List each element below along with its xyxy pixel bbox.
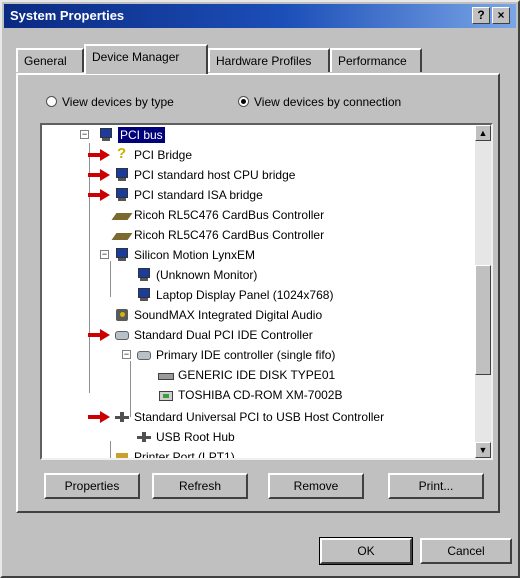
collapse-toggle[interactable]: − bbox=[122, 350, 131, 359]
monitor-icon bbox=[136, 268, 152, 282]
tree-row[interactable]: TOSHIBA CD-ROM XM-7002B bbox=[42, 385, 472, 405]
tree-item-label: Ricoh RL5C476 CardBus Controller bbox=[134, 208, 325, 222]
monitor-icon bbox=[136, 288, 152, 302]
disk-drive-icon bbox=[158, 368, 174, 382]
tree-item-label: PCI Bridge bbox=[134, 148, 193, 162]
tree-row[interactable]: Standard Dual PCI IDE Controller bbox=[42, 325, 472, 345]
red-arrow-marker bbox=[88, 411, 110, 423]
cardbus-icon bbox=[111, 228, 133, 242]
red-arrow-marker bbox=[88, 329, 110, 341]
radio-dot-selected bbox=[238, 96, 249, 107]
tree-row[interactable]: Laptop Display Panel (1024x768) bbox=[42, 285, 472, 305]
monitor-icon bbox=[114, 168, 130, 182]
monitor-icon bbox=[114, 188, 130, 202]
tree-item-label: Standard Universal PCI to USB Host Contr… bbox=[134, 410, 385, 424]
tree-row[interactable]: SoundMAX Integrated Digital Audio bbox=[42, 305, 472, 325]
view-by-connection-radio[interactable]: View devices by connection bbox=[238, 95, 401, 109]
collapse-toggle[interactable]: − bbox=[100, 250, 109, 259]
print-button[interactable]: Print... bbox=[388, 473, 484, 499]
tab-general[interactable]: General bbox=[16, 48, 84, 72]
red-arrow-marker bbox=[88, 169, 110, 181]
tree-item-label: PCI standard host CPU bridge bbox=[134, 168, 296, 182]
tree-item-label: Silicon Motion LynxEM bbox=[134, 248, 255, 262]
tree-row[interactable]: (Unknown Monitor) bbox=[42, 265, 472, 285]
tab-device-manager[interactable]: Device Manager bbox=[84, 44, 208, 74]
view-by-type-radio[interactable]: View devices by type bbox=[46, 95, 174, 109]
vertical-scrollbar[interactable]: ▲ ▼ bbox=[475, 125, 491, 458]
properties-button[interactable]: Properties bbox=[44, 473, 140, 499]
view-by-connection-label: View devices by connection bbox=[254, 95, 402, 109]
tree-row[interactable]: PCI standard host CPU bridge bbox=[42, 165, 472, 185]
tree-row[interactable]: GENERIC IDE DISK TYPE01 bbox=[42, 365, 472, 385]
cancel-button[interactable]: Cancel bbox=[420, 538, 512, 564]
help-button[interactable]: ? bbox=[472, 7, 490, 24]
printer-icon bbox=[114, 450, 130, 458]
tree-row[interactable]: USB Root Hub bbox=[42, 427, 472, 447]
tree-row[interactable]: − PCI bus bbox=[42, 125, 472, 145]
refresh-button[interactable]: Refresh bbox=[152, 473, 248, 499]
ide-controller-icon bbox=[136, 348, 152, 362]
window-title: System Properties bbox=[10, 8, 125, 23]
tree-row[interactable]: Printer Port (LPT1) bbox=[42, 447, 472, 460]
collapse-toggle[interactable]: − bbox=[80, 130, 89, 139]
tree-item-label: (Unknown Monitor) bbox=[156, 268, 258, 282]
red-arrow-marker bbox=[88, 149, 110, 161]
question-icon: ? bbox=[117, 145, 127, 162]
tree-item-label: Primary IDE controller (single fifo) bbox=[156, 348, 336, 362]
tree-item-label: Ricoh RL5C476 CardBus Controller bbox=[134, 228, 325, 242]
ok-button[interactable]: OK bbox=[319, 537, 413, 565]
tree-item-label: PCI standard ISA bridge bbox=[134, 188, 263, 202]
tree-item-label: Standard Dual PCI IDE Controller bbox=[134, 328, 313, 342]
ide-controller-icon bbox=[114, 328, 130, 342]
remove-button[interactable]: Remove bbox=[268, 473, 364, 499]
close-button[interactable]: × bbox=[492, 7, 510, 24]
red-arrow-marker bbox=[88, 189, 110, 201]
cardbus-icon bbox=[111, 208, 133, 222]
scroll-down-button[interactable]: ▼ bbox=[475, 442, 491, 458]
tree-row[interactable]: Standard Universal PCI to USB Host Contr… bbox=[42, 407, 472, 427]
tree-item-label: GENERIC IDE DISK TYPE01 bbox=[178, 368, 336, 382]
tree-row[interactable]: − Primary IDE controller (single fifo) bbox=[42, 345, 472, 365]
radio-dot bbox=[46, 96, 57, 107]
tree-item-label: TOSHIBA CD-ROM XM-7002B bbox=[178, 388, 343, 402]
usb-icon bbox=[114, 410, 130, 424]
tree-item-label: SoundMAX Integrated Digital Audio bbox=[134, 308, 323, 322]
view-by-type-label: View devices by type bbox=[62, 95, 174, 109]
device-tree[interactable]: − PCI bus ? PCI Bridge PCI standard host… bbox=[40, 123, 493, 460]
tab-hardware-profiles[interactable]: Hardware Profiles bbox=[208, 48, 330, 72]
monitor-icon bbox=[98, 128, 114, 142]
audio-icon bbox=[114, 308, 130, 322]
system-properties-window: System Properties ? × General Device Man… bbox=[0, 0, 520, 578]
monitor-icon bbox=[114, 248, 130, 262]
scroll-thumb[interactable] bbox=[475, 265, 491, 375]
tree-item-label: Laptop Display Panel (1024x768) bbox=[156, 288, 334, 302]
title-bar[interactable]: System Properties ? × bbox=[4, 4, 516, 28]
tree-row[interactable]: ? PCI Bridge bbox=[42, 145, 472, 165]
tree-item-label: USB Root Hub bbox=[156, 430, 235, 444]
tab-performance[interactable]: Performance bbox=[330, 48, 422, 72]
tree-row[interactable]: Ricoh RL5C476 CardBus Controller bbox=[42, 205, 472, 225]
usb-icon bbox=[136, 430, 152, 444]
tree-item-label: PCI bus bbox=[118, 127, 165, 143]
scroll-up-button[interactable]: ▲ bbox=[475, 125, 491, 141]
tree-row[interactable]: − Silicon Motion LynxEM bbox=[42, 245, 472, 265]
tree-row[interactable]: Ricoh RL5C476 CardBus Controller bbox=[42, 225, 472, 245]
tree-item-label: Printer Port (LPT1) bbox=[134, 450, 235, 460]
tree-row[interactable]: PCI standard ISA bridge bbox=[42, 185, 472, 205]
cdrom-icon bbox=[158, 388, 174, 402]
